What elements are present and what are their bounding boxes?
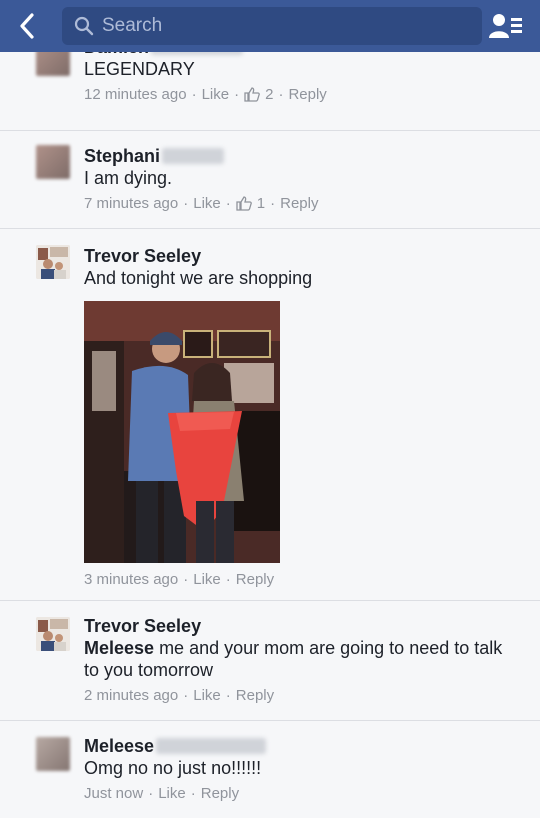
chevron-left-icon [20,13,34,39]
avatar[interactable] [36,617,70,651]
comment-text: Omg no no just no!!!!!! [84,758,262,778]
comment-timestamp: Just now [84,785,144,802]
comment-author[interactable]: Meleese [84,735,522,757]
comment-timestamp: 3 minutes ago [84,571,179,588]
comment-meta: Just now · Like · Reply [84,785,240,802]
comment-meta: 3 minutes ago · Like · Reply [84,571,275,588]
comment-timestamp: 7 minutes ago [84,195,179,212]
reply-link[interactable]: Reply [236,571,274,588]
comment-meta: 7 minutes ago · Like · 1 · Reply [84,195,319,212]
thumbs-up-icon [236,196,252,211]
like-link[interactable]: Like [193,195,221,212]
reply-link[interactable]: Reply [236,687,274,704]
comment-item: Trevor Seeley And tonight we are shoppin… [0,229,540,601]
reply-link[interactable]: Reply [201,785,239,802]
back-button[interactable] [0,0,54,52]
search-box[interactable] [62,7,482,45]
comment-timestamp: 2 minutes ago [84,687,179,704]
search-input[interactable] [102,15,462,37]
comment-text: Meleese me and your mom are going to nee… [84,638,503,680]
comment-author[interactable]: Stephani [84,145,522,167]
like-link[interactable]: Like [193,687,221,704]
reply-link[interactable]: Reply [280,195,318,212]
comment-text: I am dying. [84,168,173,188]
comment-item: Stephani I am dying. 7 minutes ago · Like… [0,131,540,229]
avatar[interactable] [36,245,70,279]
top-navigation-bar [0,0,540,52]
comment-meta: 2 minutes ago · Like · Reply [84,687,275,704]
comment-photo[interactable] [84,301,280,563]
reply-link[interactable]: Reply [288,86,326,103]
like-count[interactable]: 1 [257,195,265,212]
avatar[interactable] [36,145,70,179]
comment-text: And tonight we are shopping [84,268,313,288]
friends-list-button[interactable] [488,10,524,42]
comment-meta: 12 minutes ago · Like · 2 · Reply [84,86,327,103]
comment-text: LEGENDARY [84,59,195,79]
comment-item: Meleese Omg no no just no!!!!!! Just now… [0,721,540,818]
search-icon [74,16,94,36]
redacted-surname [156,738,267,754]
like-link[interactable]: Like [202,86,230,103]
like-count[interactable]: 2 [265,86,273,103]
like-link[interactable]: Like [193,571,221,588]
comment-author[interactable]: Trevor Seeley [84,615,522,637]
avatar[interactable] [36,737,70,771]
comment-timestamp: 12 minutes ago [84,86,187,103]
like-link[interactable]: Like [158,785,186,802]
redacted-surname [162,148,225,164]
comment-author[interactable]: Trevor Seeley [84,245,522,267]
mention-link[interactable]: Meleese [84,638,154,658]
thumbs-up-icon [244,87,260,102]
comment-item: Trevor Seeley Meleese me and your mom ar… [0,601,540,721]
friends-list-icon [489,14,522,38]
